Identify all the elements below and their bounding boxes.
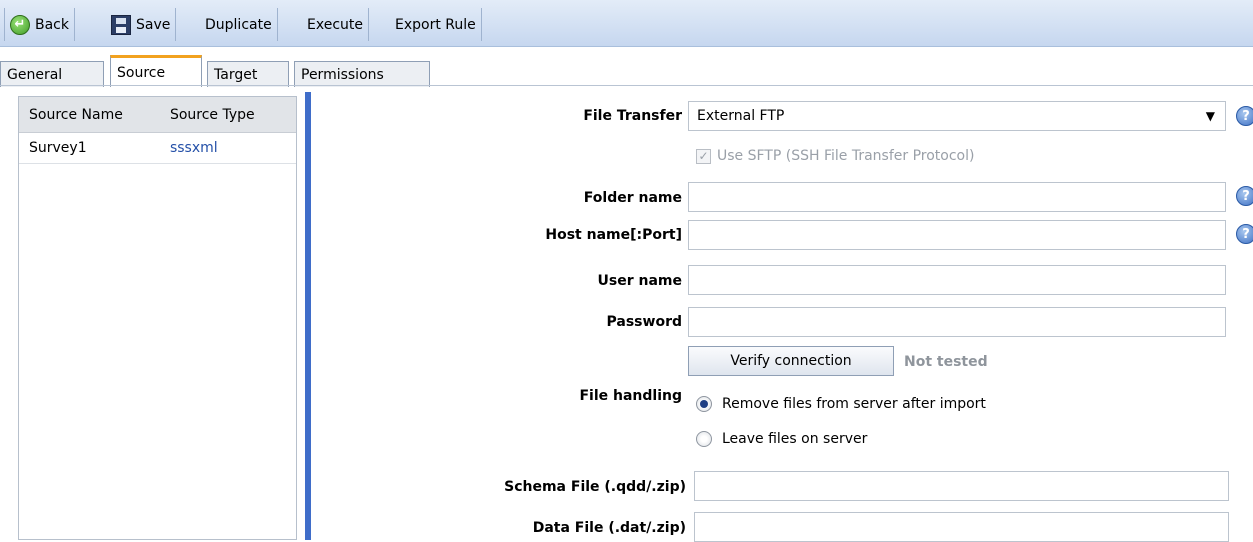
file-transfer-value: External FTP [697, 108, 785, 124]
verify-connection-button[interactable]: Verify connection [688, 346, 894, 376]
sftp-option[interactable]: ✓ Use SFTP (SSH File Transfer Protocol) [696, 148, 974, 164]
tab-target[interactable]: Target [207, 61, 289, 87]
sftp-label: Use SFTP (SSH File Transfer Protocol) [717, 148, 975, 164]
file-transfer-label: File Transfer [583, 108, 682, 124]
duplicate-button[interactable]: Duplicate [200, 8, 278, 41]
connection-status: Not tested [904, 354, 988, 370]
back-label: Back [35, 16, 69, 33]
password-label: Password [606, 314, 682, 330]
back-arrow-icon: ↵ [10, 14, 30, 35]
radio-label: Leave files on server [722, 431, 868, 447]
tab-label: Source [117, 64, 166, 81]
user-name-input[interactable] [688, 265, 1226, 295]
source-type-link[interactable]: sssxml [170, 140, 296, 156]
duplicate-label: Duplicate [205, 16, 272, 33]
execute-button[interactable]: Execute [302, 8, 369, 41]
table-row[interactable]: Survey1 sssxml [19, 133, 296, 164]
file-handling-option-remove[interactable]: Remove files from server after import [696, 396, 986, 412]
help-icon[interactable]: ? [1236, 186, 1253, 206]
save-button[interactable]: Save [106, 8, 177, 41]
radio-label: Remove files from server after import [722, 396, 986, 412]
host-name-input[interactable] [688, 220, 1226, 250]
folder-name-input[interactable] [688, 182, 1226, 212]
tab-source[interactable]: Source [110, 55, 202, 87]
user-name-label: User name [597, 273, 682, 289]
host-name-label: Host name[:Port] [545, 227, 682, 243]
sftp-checkbox[interactable]: ✓ [696, 148, 711, 164]
tab-bar: General Source Target Permissions [0, 52, 1253, 87]
schema-file-label: Schema File (.qdd/.zip) [504, 479, 686, 495]
source-list-header: Source Name Source Type [19, 97, 296, 133]
file-handling-option-leave[interactable]: Leave files on server [696, 431, 867, 447]
chevron-down-icon: ▼ [1205, 109, 1215, 123]
source-list: Source Name Source Type Survey1 sssxml [18, 96, 297, 540]
tab-label: Target [214, 66, 258, 83]
tab-divider [0, 85, 1253, 86]
file-transfer-select[interactable]: External FTP ▼ [688, 101, 1226, 131]
export-rule-label: Export Rule [395, 16, 476, 33]
export-rule-button[interactable]: Export Rule [390, 8, 482, 41]
tab-label: General [7, 66, 63, 83]
tab-general[interactable]: General [0, 61, 104, 87]
data-file-label: Data File (.dat/.zip) [532, 520, 686, 536]
password-input[interactable] [688, 307, 1226, 337]
panel-splitter[interactable] [305, 92, 311, 540]
radio-remove-files[interactable] [696, 396, 712, 412]
column-header-source-type[interactable]: Source Type [170, 107, 296, 123]
back-button[interactable]: ↵ Back [4, 8, 75, 41]
schema-file-input[interactable] [694, 471, 1229, 501]
execute-label: Execute [307, 16, 363, 33]
data-file-input[interactable] [694, 512, 1229, 542]
column-header-source-name[interactable]: Source Name [19, 107, 170, 123]
help-icon[interactable]: ? [1236, 106, 1253, 126]
folder-name-label: Folder name [583, 190, 682, 206]
tab-label: Permissions [301, 66, 384, 83]
floppy-disk-icon [111, 14, 131, 35]
save-label: Save [136, 16, 171, 33]
radio-leave-files[interactable] [696, 431, 712, 447]
verify-connection-label: Verify connection [730, 353, 852, 369]
toolbar: ↵ Back Save Duplicate Execute Export Rul… [0, 0, 1253, 47]
source-name-cell: Survey1 [29, 140, 87, 156]
file-handling-label: File handling [579, 388, 682, 404]
help-icon[interactable]: ? [1236, 224, 1253, 244]
tab-permissions[interactable]: Permissions [294, 61, 430, 87]
